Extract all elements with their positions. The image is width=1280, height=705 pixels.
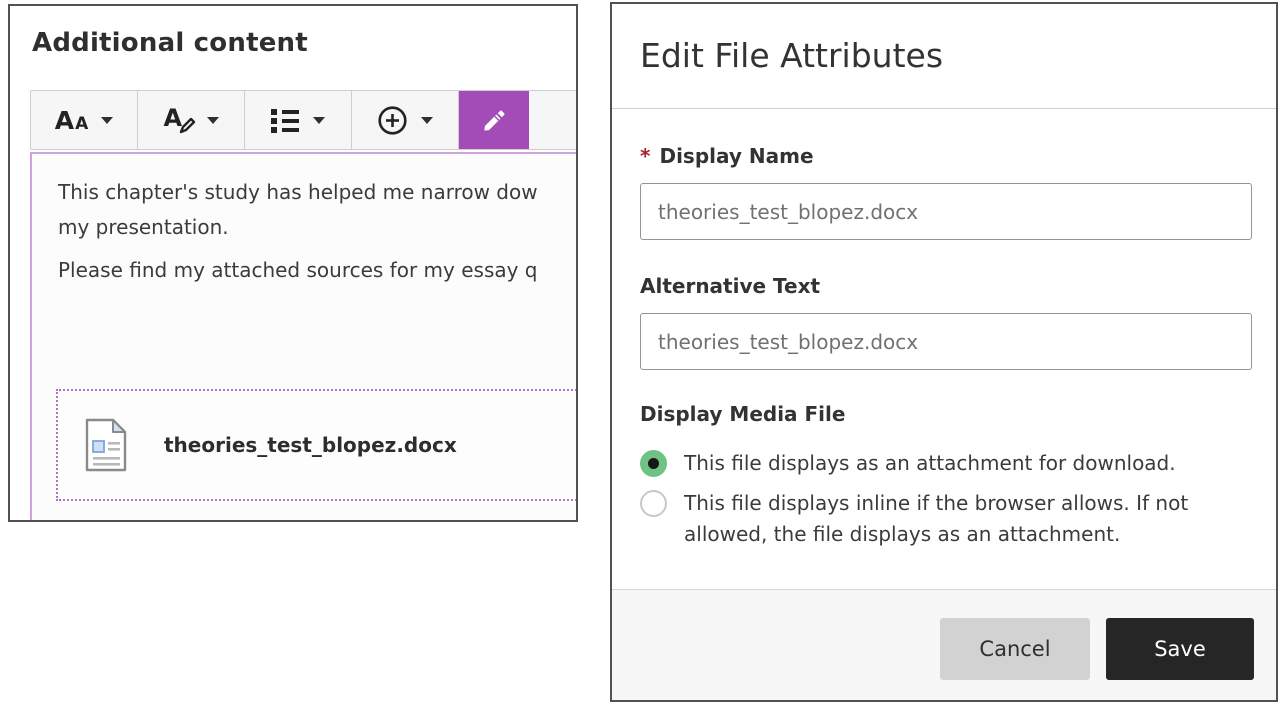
dialog-title: Edit File Attributes [640,36,943,75]
save-button[interactable]: Save [1106,618,1254,680]
footer-buttons: Cancel Save [940,618,1254,680]
display-name-input[interactable] [640,183,1252,240]
alternative-text-label: Alternative Text [640,274,820,298]
alternative-text-input[interactable] [640,313,1252,370]
Aa-icon: AA [55,108,89,133]
attachment-filename: theories_test_blopez.docx [164,433,457,457]
editor-toolbar: AA A [30,90,576,150]
bullet-list-icon [271,108,300,133]
cancel-button[interactable]: Cancel [940,618,1090,680]
display-media-file-label: Display Media File [640,402,845,426]
header-divider [612,108,1276,109]
plus-circle-icon [377,105,408,136]
A-pen-icon: A [164,105,194,135]
editor-paragraph-line: This chapter's study has helped me narro… [58,175,576,210]
text-style-button[interactable]: AA [31,91,138,149]
rich-text-editor-area[interactable]: This chapter's study has helped me narro… [30,152,576,520]
display-media-radio-group: This file displays as an attachment for … [640,448,1252,559]
list-options-button[interactable] [245,91,352,149]
edit-mode-button[interactable] [459,91,529,149]
required-asterisk: * [640,144,650,168]
radio-option-attachment[interactable]: This file displays as an attachment for … [640,448,1252,479]
editor-paragraph-line: my presentation. [58,210,576,245]
pencil-icon [481,107,508,134]
radio-selected-icon[interactable] [640,450,667,477]
radio-option-label: This file displays as an attachment for … [684,448,1176,479]
radio-option-label: This file displays inline if the browser… [684,488,1249,550]
editor-paragraph-line: Please find my attached sources for my e… [58,253,576,288]
chevron-down-icon [313,117,325,124]
chevron-down-icon [207,117,219,124]
dialog-footer: Cancel Save [612,590,1276,700]
toolbar-spacer [529,91,576,149]
display-name-label: *Display Name [640,144,814,168]
chevron-down-icon [101,117,113,124]
file-attachment-block[interactable]: theories_test_blopez.docx [56,389,578,501]
panel-title: Additional content [32,28,308,58]
text-color-button[interactable]: A [138,91,245,149]
editor-text: This chapter's study has helped me narro… [32,154,576,288]
document-file-icon [84,417,128,473]
radio-unselected-icon[interactable] [640,490,667,517]
additional-content-panel: Additional content AA A [8,4,578,522]
chevron-down-icon [421,117,433,124]
insert-content-button[interactable] [352,91,459,149]
radio-option-inline[interactable]: This file displays inline if the browser… [640,488,1252,550]
edit-file-attributes-dialog: Edit File Attributes *Display Name Alter… [610,2,1278,702]
